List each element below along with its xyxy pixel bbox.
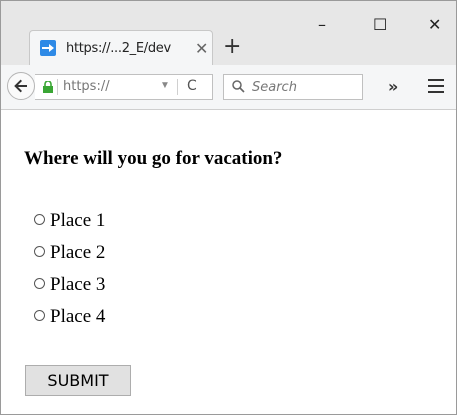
back-arrow-icon [14,79,27,93]
new-tab-plus-icon[interactable]: + [223,34,241,59]
question-heading: Where will you go for vacation? [24,148,283,169]
radio-button[interactable] [34,278,45,290]
url-separator-2 [177,79,178,95]
submit-button[interactable]: SUBMIT [25,365,131,396]
browser-tab[interactable]: https://...2_E/dev ✕ [29,30,213,65]
back-button[interactable] [7,72,35,100]
hamburger-menu-icon[interactable] [428,79,444,97]
address-bar[interactable]: https:// ▼ C [35,74,213,100]
option-place-2[interactable]: Place 2 [34,242,105,264]
url-text: https:// [63,79,110,94]
close-window-button[interactable]: ✕ [428,15,441,34]
title-bar: https://...2_E/dev ✕ + – ☐ ✕ [1,1,456,65]
tab-close-icon[interactable]: ✕ [195,39,208,58]
option-label: Place 4 [50,306,106,327]
radio-button[interactable] [34,214,45,226]
overflow-chevron-icon[interactable]: » [388,77,398,96]
lock-icon [43,81,53,93]
redirect-icon [40,40,56,56]
option-place-3[interactable]: Place 3 [34,274,105,296]
search-icon [232,80,245,93]
navigation-toolbar: https:// ▼ C Search » [1,65,456,110]
url-separator [57,79,58,95]
tab-title: https://...2_E/dev [66,41,171,56]
dropdown-arrow-icon[interactable]: ▼ [160,80,170,91]
minimize-button[interactable]: – [318,15,326,34]
radio-button[interactable] [34,246,45,258]
option-label: Place 2 [50,242,106,263]
browser-window: https://...2_E/dev ✕ + – ☐ ✕ https:// ▼ … [0,0,457,415]
radio-button[interactable] [34,310,45,322]
page-content: Where will you go for vacation? Place 1 … [1,110,456,414]
search-bar[interactable]: Search [223,74,363,100]
option-label: Place 1 [50,210,106,231]
reload-icon[interactable]: C [187,78,197,94]
maximize-button[interactable]: ☐ [373,15,387,34]
option-place-4[interactable]: Place 4 [34,306,105,328]
option-place-1[interactable]: Place 1 [34,210,105,232]
option-label: Place 3 [50,274,106,295]
search-placeholder: Search [252,80,297,95]
